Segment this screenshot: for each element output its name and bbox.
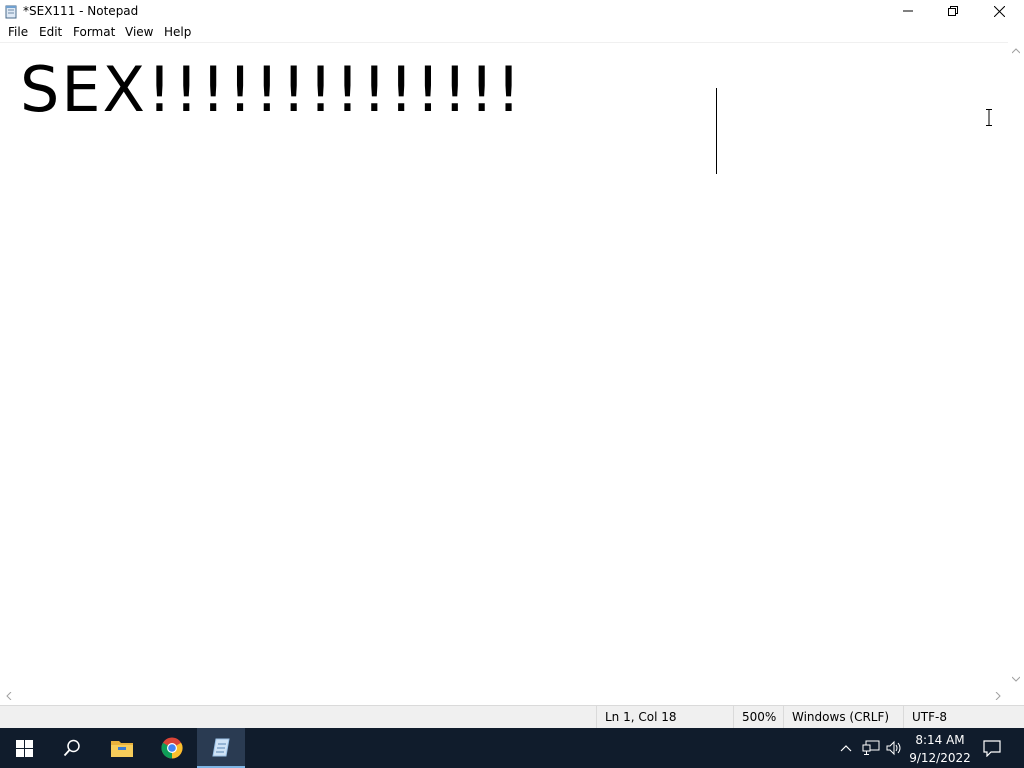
taskbar-notepad[interactable]: [197, 728, 245, 768]
text-editor[interactable]: SEX!!!!!!!!!!!!!!: [0, 42, 1008, 689]
restore-button[interactable]: [930, 0, 976, 22]
taskbar: 8:14 AM 9/12/2022: [0, 728, 1024, 768]
show-hidden-icons-button[interactable]: [836, 738, 856, 758]
menu-help[interactable]: Help: [164, 25, 191, 39]
close-icon: [993, 5, 1005, 17]
scroll-left-icon[interactable]: [6, 692, 12, 700]
scroll-up-icon[interactable]: [1012, 48, 1020, 54]
menu-file[interactable]: File: [8, 25, 28, 39]
text-caret: [716, 88, 717, 174]
start-button[interactable]: [0, 728, 48, 768]
status-bar: Ln 1, Col 18 500% Windows (CRLF) UTF-8: [0, 705, 1024, 729]
chevron-up-icon: [840, 745, 852, 752]
menu-format[interactable]: Format: [73, 25, 115, 39]
scroll-right-icon[interactable]: [995, 692, 1001, 700]
clock-time: 8:14 AM: [915, 733, 965, 747]
taskbar-file-explorer[interactable]: [98, 728, 146, 768]
restore-icon: [948, 6, 958, 16]
menu-bar: File Edit Format View Help: [0, 22, 1024, 42]
search-icon: [63, 739, 80, 757]
minimize-button[interactable]: [885, 0, 931, 22]
start-icon: [15, 739, 33, 757]
action-center-icon: [983, 739, 1001, 757]
ibeam-cursor-icon: [986, 109, 992, 126]
taskbar-chrome[interactable]: [148, 728, 196, 768]
status-encoding: UTF-8: [903, 706, 1024, 729]
menu-view[interactable]: View: [125, 25, 153, 39]
status-zoom: 500%: [733, 706, 783, 729]
horizontal-scrollbar[interactable]: [0, 688, 1008, 705]
notepad-icon[interactable]: [4, 4, 18, 19]
status-line-ending: Windows (CRLF): [783, 706, 903, 729]
window-title: *SEX111 - Notepad: [23, 4, 139, 18]
minimize-icon: [903, 10, 913, 12]
status-position: Ln 1, Col 18: [596, 706, 734, 729]
volume-icon: [886, 740, 901, 756]
network-icon: [862, 740, 880, 755]
chrome-icon: [161, 737, 183, 759]
vertical-scrollbar[interactable]: [1008, 42, 1024, 688]
menu-edit[interactable]: Edit: [39, 25, 62, 39]
clock-date: 9/12/2022: [909, 751, 971, 765]
scroll-down-icon[interactable]: [1012, 676, 1020, 682]
network-button[interactable]: [861, 738, 881, 758]
notepad-icon: [212, 738, 230, 757]
search-button[interactable]: [48, 728, 96, 768]
title-bar[interactable]: *SEX111 - Notepad: [0, 0, 1024, 22]
editor-content[interactable]: SEX!!!!!!!!!!!!!!: [20, 53, 523, 127]
close-button[interactable]: [976, 0, 1022, 22]
volume-button[interactable]: [884, 738, 904, 758]
action-center-button[interactable]: [982, 738, 1002, 758]
file-explorer-icon: [111, 741, 133, 757]
taskbar-clock[interactable]: 8:14 AM 9/12/2022: [907, 728, 973, 768]
